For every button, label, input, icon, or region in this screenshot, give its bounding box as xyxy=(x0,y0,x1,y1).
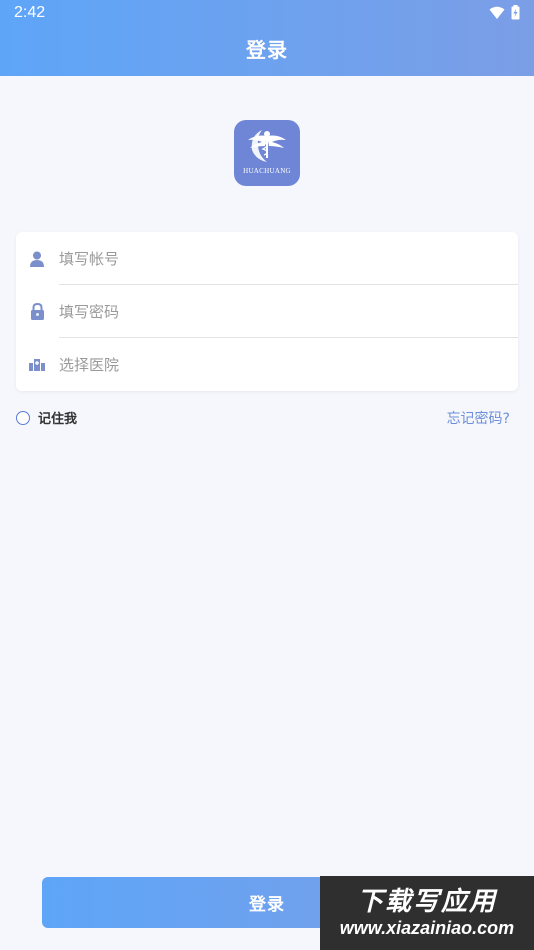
top-app-bar: 2:42 登录 xyxy=(0,0,534,76)
watermark-title: 下载写应用 xyxy=(356,887,497,917)
login-form xyxy=(16,232,518,391)
app-logo: HUACHUANG xyxy=(234,120,300,186)
hospital-select[interactable] xyxy=(59,348,499,382)
forgot-password-link[interactable]: 忘记密码? xyxy=(447,408,510,428)
lock-icon xyxy=(29,303,45,321)
logo-emblem-icon xyxy=(248,130,286,162)
wifi-icon xyxy=(489,6,505,19)
hospital-icon xyxy=(29,356,45,374)
password-input[interactable] xyxy=(59,295,499,329)
remember-me-toggle[interactable]: 记住我 xyxy=(16,408,77,427)
status-icons xyxy=(489,5,520,20)
page-title: 登录 xyxy=(246,38,288,62)
watermark: 下载写应用 www.xiazainiao.com xyxy=(320,876,534,950)
remember-me-radio[interactable] xyxy=(16,410,30,425)
hospital-row[interactable] xyxy=(16,338,518,391)
remember-me-label: 记住我 xyxy=(38,412,78,427)
watermark-url: www.xiazainiao.com xyxy=(339,918,515,938)
user-icon xyxy=(29,250,45,268)
account-input[interactable] xyxy=(59,242,499,276)
password-row xyxy=(16,285,518,338)
logo-text: HUACHUANG xyxy=(243,167,291,175)
account-row xyxy=(16,232,518,285)
battery-icon xyxy=(511,5,520,20)
status-time: 2:42 xyxy=(14,4,46,21)
